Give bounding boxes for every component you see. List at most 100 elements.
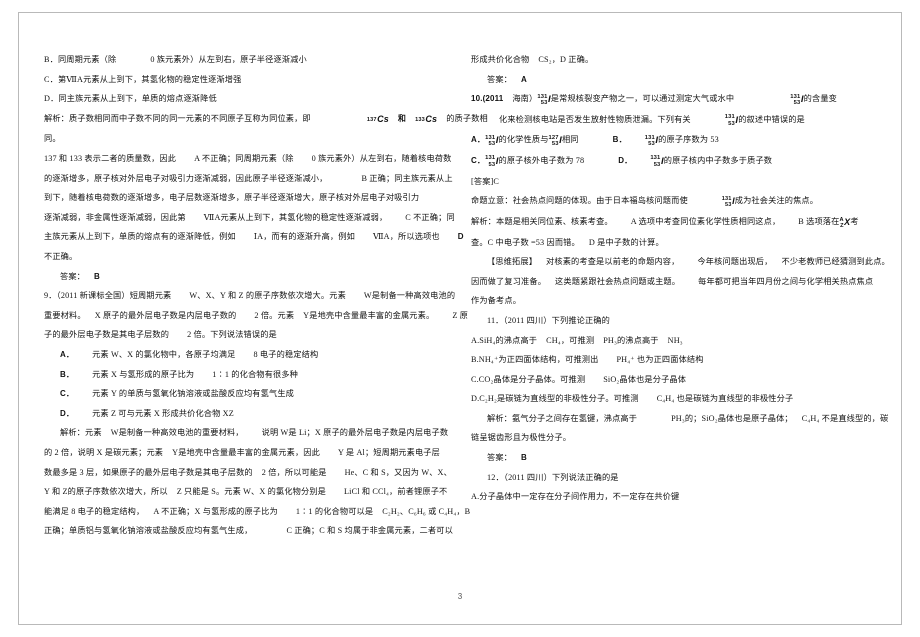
q10-source: 海南） (512, 94, 538, 104)
analysis-seg2: 2 倍，所以可能是 (261, 467, 327, 477)
analysis-seg1: 解析：氨气分子之间存在氢键，沸点高于 (487, 413, 638, 423)
option-text: 元素 Z 可与元素 X 形成共价化合物 XZ (92, 408, 234, 418)
analysis-seg3: Y 是 Al；短周期元素电子层 (337, 447, 440, 457)
document-page: B．同周期元素（除 0 族元素外）从左到右，原子半径逐渐减小 C．第ⅦA元素从上到… (0, 0, 920, 637)
q10-options-ab: A． 131 53 I的化学性质与 127 53 I相同 B． 131 53 I的原子序数为 53 (471, 130, 876, 151)
intent-text: 命题立意：社会热点问题的体现。由于日本福岛核问题而使 (471, 196, 688, 206)
option-a-text-2: 相同 (561, 135, 579, 145)
isotope-i131: 131 53 I (645, 131, 658, 151)
option-a-seg2: CH₄，可推测 (546, 335, 595, 345)
analysis-seg2: A 不正确；同周期元素（除 (194, 154, 294, 163)
option-text: 元素 X 与氢形成的原子比为 (92, 369, 195, 379)
left-column: B．同周期元素（除 0 族元素外）从左到右，原子半径逐渐减小 C．第ⅦA元素从上到… (44, 50, 488, 541)
question-11-stem: 11．（2011 四川）下列推论正确的 (471, 311, 876, 331)
isotope-i131: 131 53 I (537, 90, 550, 110)
option-d-text: 的原子核内中子数多于质子数 (663, 156, 773, 166)
q10-extension-1: 【思维拓展】 对核素的考查是以前老的命题内容， 今年核问题出现后， 不少老教师已经猜测… (471, 252, 890, 272)
analysis-seg1: 能满足 8 电子的稳定结构， (44, 506, 145, 516)
q9-analysis-4: Y 和 Z的原子序数依次增大，所以 Z 只能是 S。元素 W、X 的氯化物分别是 L… (44, 482, 449, 502)
isotope-i131-small: 131 53 I (722, 192, 735, 212)
option-c-text: 的原子核外电子数为 78 (498, 156, 585, 166)
option-label-d: D． (618, 156, 633, 166)
analysis-seg1: 正确；单质铝与氢氧化钠溶液或盐酸反应均有氢气生成， (44, 526, 253, 536)
analysis-line-3: 的逐渐增多，原子核对外层电子对吸引力逐渐减弱，因此原子半径逐渐减小， B 正确；同… (44, 169, 453, 189)
analysis-line1-cont: 同。 (44, 134, 61, 144)
mass-number: 137 (366, 116, 377, 123)
option-a-text: A.分子晶体中一定存在分子间作用力，不一定存在共价键 (471, 492, 680, 502)
option-a-seg1: A.SiH₄的沸点高于 (471, 335, 538, 345)
atomic-number: 53 (540, 100, 548, 107)
mass-number: 131 (724, 114, 735, 121)
analysis-seg2: ⅦA元素从上到下，其氢化物的稳定性逐渐减弱， (203, 212, 388, 222)
analysis-seg2: D 是中子数的计算。 (588, 237, 664, 247)
atomic-number: 53 (653, 161, 661, 168)
option-label: B． (60, 369, 75, 379)
analysis-seg4: 考 (850, 216, 859, 226)
q10-analysis-2: 查。C 中电子数 =53 因而错。 D 是中子数的计算。 (471, 233, 876, 253)
analysis-seg1: 查。C 中电子数 =53 因而错。 (471, 237, 580, 247)
isotope-i131: 131 53 I (725, 111, 738, 131)
ext-seg2: 这类题紧跟社会热点问题或主题。 (555, 276, 681, 286)
q11-option-d: D.C₂H₂是碳链为直线型的非极性分子。可推测 C₄H₄ 也是碳链为直线型的非极性… (471, 389, 876, 409)
q10-intent: 命题立意：社会热点问题的体现。由于日本福岛核问题而使 131 53 I成为社会关注的焦… (471, 191, 876, 212)
option-label-c: C． (471, 156, 486, 166)
analysis-line-6: 主族元素从上到下，单质的熔点有的逐渐降低，例如 ⅠA，而有的逐渐升高，例如 ⅦA，所… (44, 227, 464, 247)
answer-value: B (94, 271, 100, 281)
analysis-seg1: 解析：本题是相关同位素、核素考查。 (471, 216, 613, 226)
q9-option-c: C． 元素 Y 的单质与氢氧化钠溶液或盐酸反应均有氢气生成 (44, 384, 449, 404)
ext-seg3: 每年都可把当年四月份之间与化学相关热点焦点 (698, 276, 874, 286)
analysis-seg1: 主族元素从上到下，单质的熔点有的逐渐降低，例如 (44, 232, 236, 242)
option-b-text: 的原子序数为 53 (658, 135, 719, 145)
option-c-text: C．第ⅦA元素从上到下，其氢化物的稳定性逐渐增强 (44, 74, 242, 84)
isotope-i131: 131 53 I (650, 152, 663, 172)
isotope-i131: 131 53 I (485, 131, 498, 151)
q9-analysis-5: 能满足 8 电子的稳定结构， A 不正确；X 与氢形成的原子比为 1∶1 的化合物可… (44, 502, 470, 522)
q10-text-2: 的含量变 (803, 94, 837, 104)
option-b-tail: 0 族元素外）从左到右，原子半径逐渐减小 (150, 55, 307, 64)
option-d-seg1: D.C₂H₂是碳链为直线型的非极性分子。可推测 (471, 394, 639, 404)
option-d-seg2: C₄H₄ 也是碳链为直线型的非极性分子 (656, 394, 794, 404)
option-a-seg4: NH₃ (667, 335, 683, 345)
mass-number: 131 (485, 155, 496, 162)
q9-option-b: B． 元素 X 与氢形成的原子比为 1∶1 的化合物有很多种 (44, 365, 449, 385)
q11-option-c: C.CO₂晶体是分子晶体。可推测 SiO₂晶体也是分子晶体 (471, 370, 876, 390)
analysis-seg1: 的 2 倍，说明 X 是碳元素；元素 (44, 447, 164, 457)
answer-line-a: 答案： A (471, 70, 876, 90)
option-text: 元素 W、X 的氯化物中，各原子均满足 (92, 349, 236, 359)
r-continued-line: 形成共价化合物 CS₂，D 正确。 (471, 50, 876, 70)
ext-seg3: 今年核问题出现后， (697, 257, 773, 267)
analysis-seg3: 1∶1 的化合物可以是 (295, 506, 374, 516)
answer-value: B (521, 453, 527, 463)
question-9-stem-2: 重要材料。 X 原子的最外层电子数是内层电子数的 2 倍。元素 Y是地壳中含量最丰富的… (44, 306, 468, 326)
option-text-2: 1∶1 的化合物有很多种 (212, 369, 298, 379)
q10-text-4: 的叙述中错误的是 (738, 114, 805, 124)
option-d-line: D．同主族元素从上到下，单质的熔点逐渐降低 (44, 89, 449, 109)
isotope-i131: 131 53 I (790, 90, 803, 110)
answer-bracket: [答案]C (471, 176, 500, 186)
q9-seg5: Z 原 (452, 310, 468, 320)
option-text-2: 8 电子的稳定结构 (253, 349, 319, 359)
option-text: 元素 Y 的单质与氢氧化钠溶液或盐酸反应均有氢气生成 (92, 389, 294, 399)
q10-text-1: 是常规核裂变产物之一，可以通过测定大气或水中 (550, 94, 735, 104)
nuclide-generic-zx: AZX (839, 213, 850, 233)
q11-text: 11．（2011 四川）下列推论正确的 (487, 315, 611, 325)
option-b-seg2: PH₄⁺ 也为正四面体结构 (616, 355, 704, 365)
option-label-a: A． (471, 135, 486, 145)
analysis-seg2: ⅠA，而有的逐渐升高，例如 (253, 232, 355, 242)
question-10-stem-1: 10.(2011 海南） 131 53 I是常规核裂变产物之一，可以通过测定大气或水中 1… (471, 89, 876, 110)
option-label: C． (60, 389, 75, 399)
option-d-text: D．同主族元素从上到下，单质的熔点逐渐降低 (44, 94, 217, 104)
analysis-seg3: 0 族元素外）从左到右，随着核电荷数 (311, 154, 452, 163)
answer-label: 答案： (487, 74, 513, 84)
q9-option-a: A． 元素 W、X 的氯化物中，各原子均满足 8 电子的稳定结构 (44, 345, 449, 365)
analysis-line-5: 逐渐减弱，非金属性逐渐减弱，因此第 ⅦA元素从上到下，其氢化物的稳定性逐渐减弱， C… (44, 208, 455, 228)
q11-analysis: 解析：氨气分子之间存在氢键，沸点高于 PH₃的；SiO₂晶体也是原子晶体； C₄H₄… (471, 409, 888, 429)
analysis-seg3: C 不正确；同 (405, 212, 455, 222)
q11-answer: 答案： B (471, 448, 876, 468)
q11-analysis-2: 链呈锯齿形且为极性分子。 (471, 428, 876, 448)
q9-seg1: 重要材料。 (44, 310, 86, 320)
analysis-seg2: Y是地壳中含量最丰富的金属元素，因此 (172, 447, 320, 457)
analysis-seg3: He、C 和 S，又因为 W、X、 (344, 467, 452, 477)
analysis-seg3: B 选项落在 (798, 216, 840, 226)
analysis-line-2: 137 和 133 表示二者的质量数，因此 A 不正确；同周期元素（除 0 族元素外… (44, 149, 452, 169)
